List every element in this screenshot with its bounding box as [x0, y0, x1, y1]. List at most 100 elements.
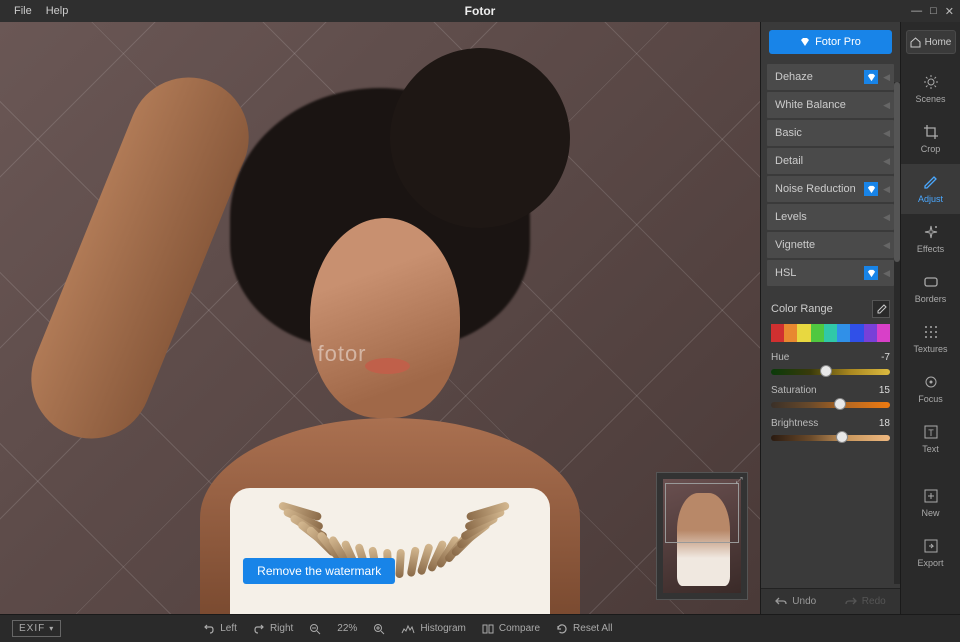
pencil-icon [923, 174, 939, 190]
color-swatch[interactable] [877, 324, 890, 342]
rail-crop[interactable]: Crop [901, 114, 960, 164]
rail-label: Textures [913, 344, 947, 354]
chevron-left-icon: ◀ [883, 268, 890, 279]
menu-help[interactable]: Help [46, 5, 69, 17]
canvas[interactable]: fotor Remove the watermark ⤢ [0, 22, 760, 614]
color-swatch[interactable] [811, 324, 824, 342]
rail-borders[interactable]: Borders [901, 264, 960, 314]
rail-label: New [921, 508, 939, 518]
diamond-icon [864, 182, 878, 196]
sun-icon [923, 74, 939, 90]
close-icon[interactable]: ✕ [945, 5, 954, 18]
fotor-pro-button[interactable]: Fotor Pro [769, 30, 892, 54]
undo-button[interactable]: Undo [761, 589, 831, 614]
color-swatch[interactable] [850, 324, 863, 342]
rail-new[interactable]: New [901, 478, 960, 528]
texture-icon [923, 324, 939, 340]
brightness-label: Brightness [771, 418, 818, 429]
reset-all-button[interactable]: Reset All [556, 623, 612, 635]
diamond-icon [864, 70, 878, 84]
color-swatch[interactable] [797, 324, 810, 342]
accordion-label: Detail [775, 155, 803, 167]
rail-label: Crop [921, 144, 941, 154]
minimize-icon[interactable]: — [911, 5, 922, 18]
new-icon [923, 488, 939, 504]
zoom-out-button[interactable] [309, 623, 321, 635]
color-swatch[interactable] [837, 324, 850, 342]
rotate-left-button[interactable]: Left [203, 623, 237, 635]
histogram-icon [401, 624, 415, 634]
reset-icon [556, 623, 568, 635]
eyedropper-button[interactable] [872, 300, 890, 318]
expand-icon[interactable]: ⤢ [733, 475, 745, 487]
accordion-label: Noise Reduction [775, 183, 856, 195]
diamond-icon [864, 266, 878, 280]
accordion-hsl[interactable]: HSL ◀ [767, 260, 894, 286]
focus-icon [923, 374, 939, 390]
accordion-label: White Balance [775, 99, 846, 111]
chevron-left-icon: ◀ [883, 156, 890, 167]
maximize-icon[interactable]: □ [930, 5, 937, 18]
panel-scrollbar[interactable] [894, 82, 900, 584]
redo-button[interactable]: Redo [831, 589, 901, 614]
home-button[interactable]: Home [906, 30, 956, 54]
svg-text:T: T [928, 428, 934, 438]
accordion-label: Levels [775, 211, 807, 223]
accordion-noise-reduction[interactable]: Noise Reduction◀ [767, 176, 894, 202]
rail-adjust[interactable]: Adjust [901, 164, 960, 214]
undo-redo-bar: Undo Redo [761, 588, 900, 614]
color-range-strip[interactable] [771, 324, 890, 342]
app-title: Fotor [465, 4, 496, 18]
histogram-button[interactable]: Histogram [401, 623, 466, 634]
export-icon [923, 538, 939, 554]
brightness-value: 18 [879, 418, 890, 429]
color-swatch[interactable] [784, 324, 797, 342]
home-icon [910, 37, 921, 48]
hue-value: -7 [881, 352, 890, 363]
rail-label: Borders [915, 294, 947, 304]
rail-focus[interactable]: Focus [901, 364, 960, 414]
accordion-vignette[interactable]: Vignette◀ [767, 232, 894, 258]
color-swatch[interactable] [771, 324, 784, 342]
compare-button[interactable]: Compare [482, 623, 540, 634]
remove-watermark-button[interactable]: Remove the watermark [243, 558, 395, 584]
accordion-dehaze[interactable]: Dehaze◀ [767, 64, 894, 90]
rail-label: Text [922, 444, 939, 454]
rotate-right-button[interactable]: Right [253, 623, 293, 635]
eyedropper-icon [876, 304, 887, 315]
rail-textures[interactable]: Textures [901, 314, 960, 364]
rail-export[interactable]: Export [901, 528, 960, 578]
zoom-in-button[interactable] [373, 623, 385, 635]
diamond-icon [800, 37, 810, 47]
accordion-levels[interactable]: Levels◀ [767, 204, 894, 230]
saturation-slider[interactable] [771, 402, 890, 408]
navigator-preview[interactable]: ⤢ [656, 472, 748, 600]
adjust-panel: Fotor Pro Dehaze◀White Balance◀Basic◀Det… [760, 22, 900, 614]
color-swatch[interactable] [824, 324, 837, 342]
color-swatch[interactable] [864, 324, 877, 342]
accordion-label: Basic [775, 127, 802, 139]
accordion-basic[interactable]: Basic ◀ [767, 120, 894, 146]
rail-text[interactable]: T Text [901, 414, 960, 464]
rail-label: Effects [917, 244, 944, 254]
rail-scenes[interactable]: Scenes [901, 64, 960, 114]
rail-label: Focus [918, 394, 943, 404]
chevron-left-icon: ◀ [883, 128, 890, 139]
exif-button[interactable]: EXIF▾ [12, 620, 61, 637]
rail-label: Adjust [918, 194, 943, 204]
text-icon: T [923, 424, 939, 440]
sparkle-icon [923, 224, 939, 240]
brightness-slider[interactable] [771, 435, 890, 441]
rail-effects[interactable]: Effects [901, 214, 960, 264]
menu-file[interactable]: File [14, 5, 32, 17]
accordion-label: HSL [775, 267, 796, 279]
zoom-in-icon [373, 623, 385, 635]
rail-label: Scenes [915, 94, 945, 104]
undo-icon [775, 597, 787, 607]
zoom-level: 22% [337, 623, 357, 634]
accordion-white-balance[interactable]: White Balance◀ [767, 92, 894, 118]
chevron-left-icon: ◀ [883, 240, 890, 251]
crop-icon [923, 124, 939, 140]
accordion-detail[interactable]: Detail ◀ [767, 148, 894, 174]
hue-slider[interactable] [771, 369, 890, 375]
